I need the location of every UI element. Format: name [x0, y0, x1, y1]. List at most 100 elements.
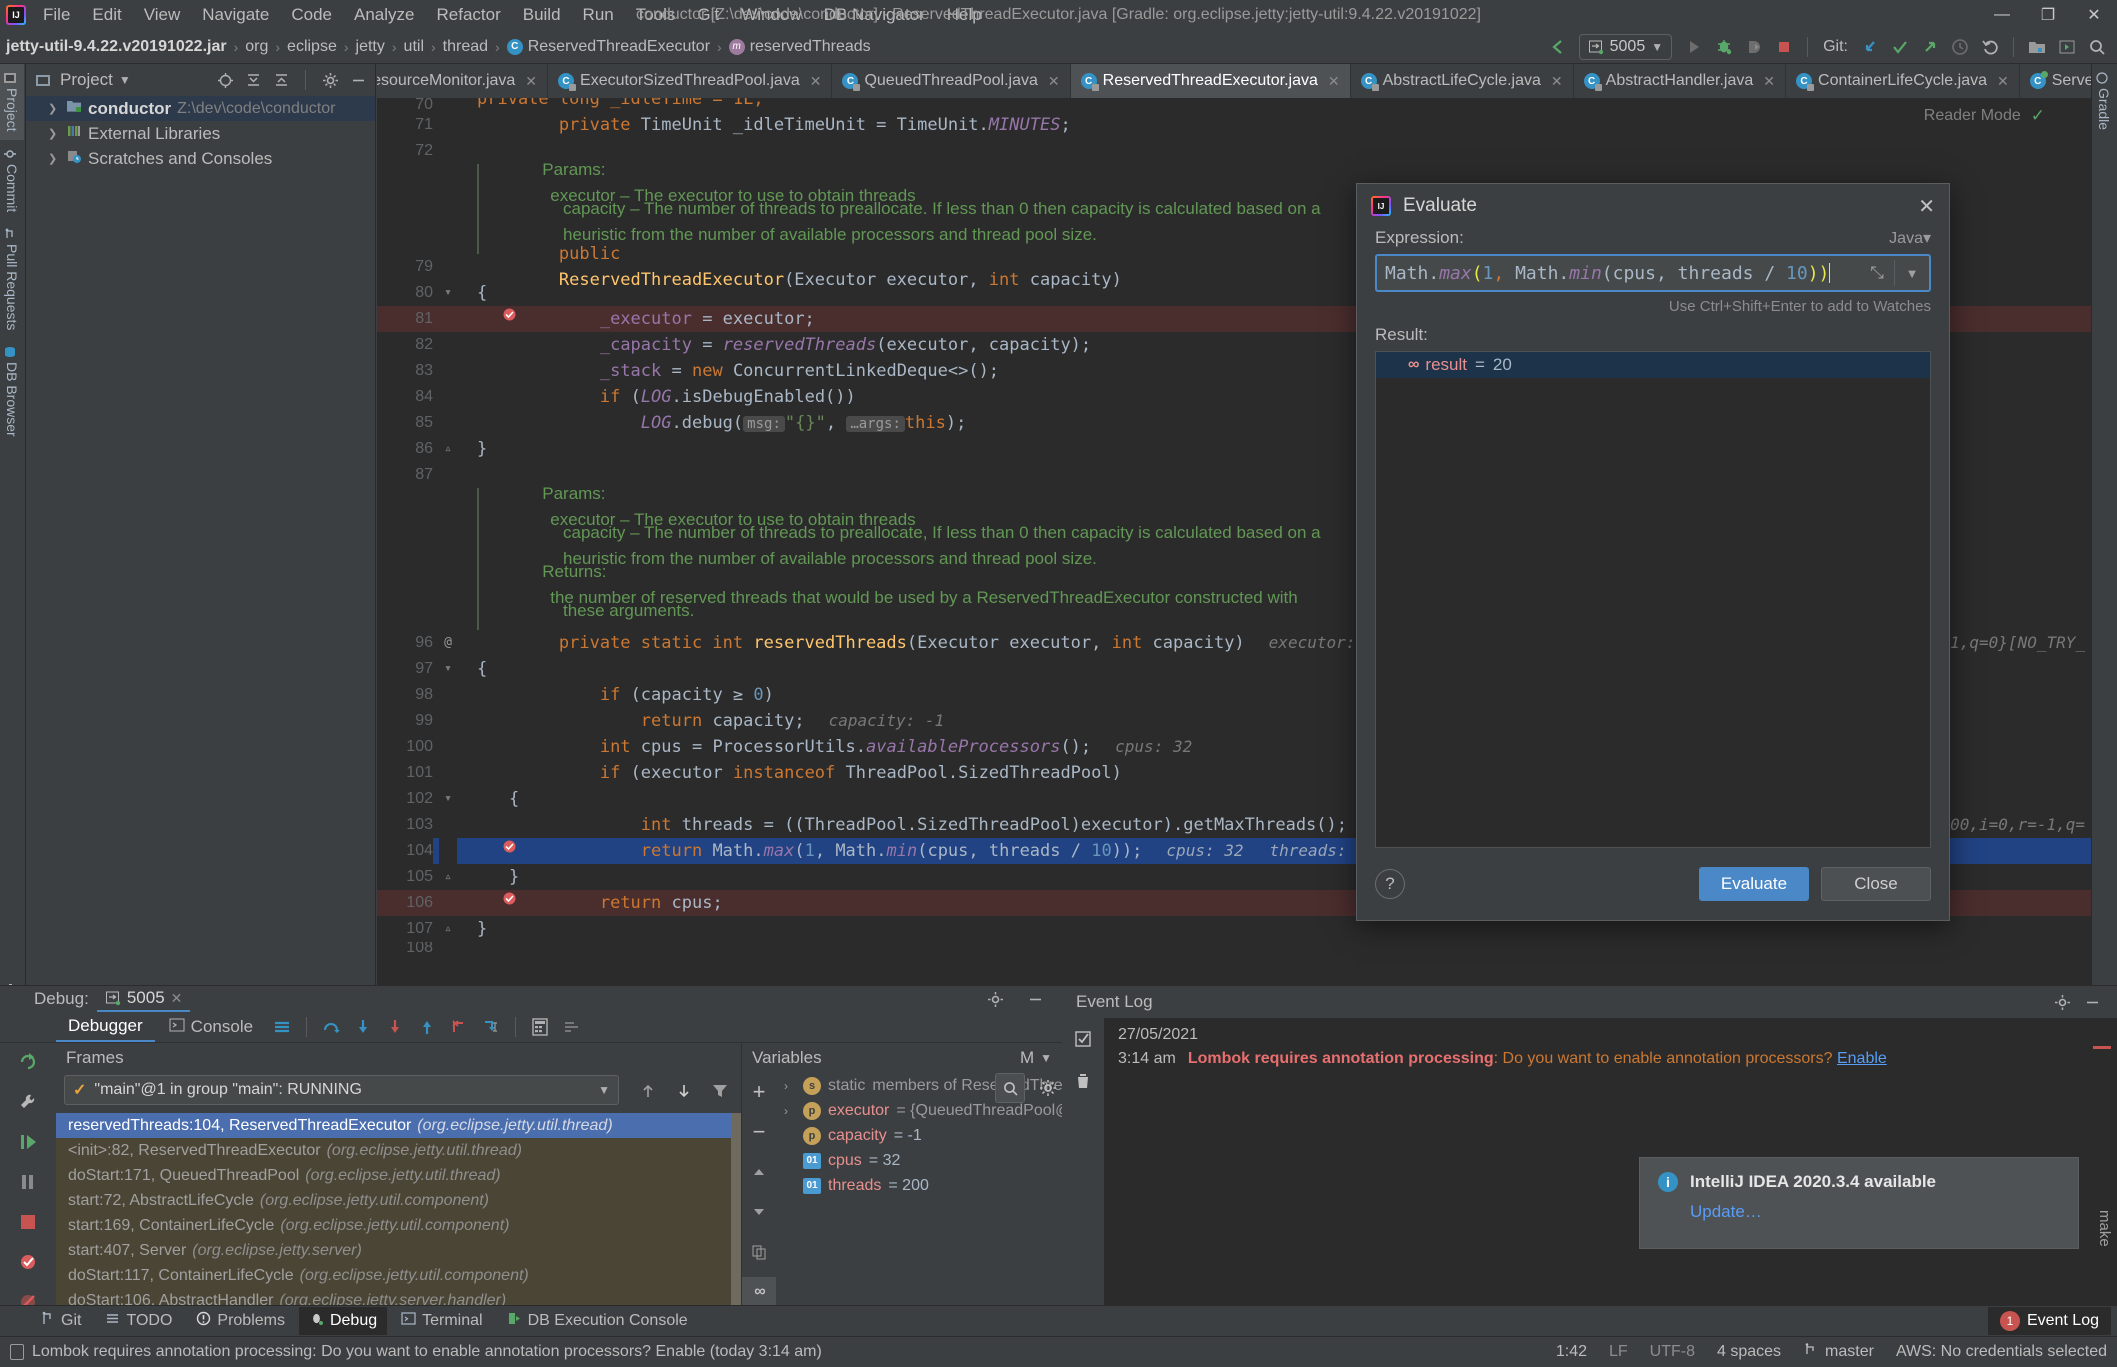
menu-analyze[interactable]: Analyze: [343, 2, 425, 28]
expression-input[interactable]: Math.max(1, Math.min(cpus, threads / 10)…: [1377, 262, 1860, 284]
fold-end-icon[interactable]: ▵: [439, 916, 457, 942]
tab-console[interactable]: Console: [157, 1013, 265, 1042]
menu-tools[interactable]: Tools: [625, 2, 687, 28]
chevron-right-icon[interactable]: ›: [784, 1079, 796, 1093]
debug-settings-gear-icon[interactable]: [980, 986, 1010, 1012]
event-log-gear-icon[interactable]: [2047, 989, 2077, 1015]
frames-scrollbar[interactable]: [731, 1113, 741, 1323]
update-project-icon[interactable]: [1856, 34, 1884, 60]
tree-item-conductor[interactable]: ❯ conductor Z:\dev\code\conductor: [26, 96, 375, 121]
expression-input-wrapper[interactable]: Math.max(1, Math.min(cpus, threads / 10)…: [1375, 254, 1931, 292]
help-button[interactable]: ?: [1375, 869, 1405, 899]
menu-refactor[interactable]: Refactor: [425, 2, 511, 28]
frame-row[interactable]: reservedThreads:104, ReservedThreadExecu…: [56, 1113, 741, 1138]
reader-mode-indicator[interactable]: Reader Mode ✓: [1924, 106, 2045, 126]
annotation-marker-icon[interactable]: @: [439, 630, 457, 656]
balloon-update-link[interactable]: Update…: [1690, 1202, 2060, 1222]
menu-git[interactable]: Git: [686, 2, 730, 28]
editor-tab-reservedthreadexecutor[interactable]: C ReservedThreadExecutor.java ✕: [1070, 64, 1351, 98]
locate-icon[interactable]: [214, 69, 236, 91]
move-up-icon[interactable]: [742, 1157, 776, 1187]
breadcrumb-org[interactable]: org: [245, 38, 268, 56]
move-down-icon[interactable]: [742, 1197, 776, 1227]
git-branch-widget[interactable]: master: [1803, 1342, 1874, 1362]
debug-session-tab[interactable]: 5005 ✕: [96, 986, 191, 1012]
chevron-right-icon[interactable]: ›: [784, 1104, 796, 1118]
expression-history-dropdown-icon[interactable]: ▼: [1895, 256, 1929, 290]
revert-icon[interactable]: [1976, 34, 2004, 60]
menu-view[interactable]: View: [133, 2, 192, 28]
stop-icon[interactable]: [1770, 34, 1798, 60]
tab-debugger[interactable]: Debugger: [56, 1012, 155, 1042]
frame-down-icon[interactable]: [669, 1078, 699, 1104]
run-icon[interactable]: [1680, 34, 1708, 60]
evaluate-expression-icon[interactable]: [525, 1014, 555, 1040]
stripe-item-debug[interactable]: Debug: [298, 1307, 388, 1335]
view-breakpoints-icon[interactable]: [11, 1247, 45, 1277]
editor-tab-abstracthandler[interactable]: C AbstractHandler.java ✕: [1574, 64, 1787, 98]
menu-edit[interactable]: Edit: [81, 2, 132, 28]
hide-debug-panel-icon[interactable]: [1020, 986, 1050, 1012]
breadcrumb-method[interactable]: m reservedThreads: [728, 38, 871, 56]
search-everywhere-icon[interactable]: [2083, 34, 2111, 60]
evaluate-button[interactable]: Evaluate: [1699, 867, 1809, 901]
run-configuration-selector[interactable]: 5005 ▼: [1578, 33, 1673, 60]
frame-row[interactable]: doStart:117, ContainerLifeCycle (org.ecl…: [56, 1263, 741, 1288]
menu-navigate[interactable]: Navigate: [191, 2, 280, 28]
status-message[interactable]: Lombok requires annotation processing: D…: [32, 1343, 822, 1361]
fold-start-icon[interactable]: ▾: [439, 656, 457, 682]
event-log-enable-link[interactable]: Enable: [1837, 1050, 1887, 1067]
resume-program-icon[interactable]: [11, 1127, 45, 1157]
frame-row[interactable]: start:407, Server (org.eclipse.jetty.ser…: [56, 1238, 741, 1263]
menu-help[interactable]: Help: [936, 2, 993, 28]
fold-end-icon[interactable]: ▵: [439, 436, 457, 462]
edit-configuration-wrench-icon[interactable]: [11, 1087, 45, 1117]
language-selector[interactable]: Java▾: [1889, 228, 1931, 248]
line-separator[interactable]: LF: [1609, 1343, 1628, 1361]
close-session-icon[interactable]: ✕: [171, 990, 183, 1007]
close-tab-icon[interactable]: ✕: [1763, 73, 1775, 90]
stripe-item-todo[interactable]: TODO: [95, 1307, 182, 1335]
chevron-down-icon[interactable]: ▼: [598, 1083, 610, 1097]
editor-tab-server[interactable]: C Server.java ✕: [2020, 64, 2091, 98]
pause-program-icon[interactable]: [11, 1167, 45, 1197]
aws-credentials-widget[interactable]: AWS: No credentials selected: [1896, 1343, 2107, 1361]
rerun-icon[interactable]: [11, 1047, 45, 1077]
gear-icon[interactable]: [319, 69, 341, 91]
menu-db-navigator[interactable]: DB Navigator: [813, 2, 936, 28]
step-over-icon[interactable]: [316, 1014, 346, 1040]
breadcrumb-util[interactable]: util: [404, 38, 424, 56]
editor-tab-executorsizedthreadpool[interactable]: C ExecutorSizedThreadPool.java ✕: [548, 64, 833, 98]
make-stripe-label[interactable]: make: [2096, 1210, 2113, 1247]
debug-icon[interactable]: [1710, 34, 1738, 60]
remove-watch-icon[interactable]: −: [742, 1117, 776, 1147]
close-window-button[interactable]: ✕: [2071, 0, 2117, 30]
step-out-icon[interactable]: [412, 1014, 442, 1040]
chevron-down-icon[interactable]: ▼: [1040, 1051, 1052, 1065]
sidebar-item-pull-requests[interactable]: Pull Requests: [0, 220, 24, 338]
stripe-item-problems[interactable]: Problems: [186, 1307, 295, 1335]
breadcrumb-eclipse[interactable]: eclipse: [287, 38, 337, 56]
clear-log-trash-icon[interactable]: [1066, 1066, 1100, 1096]
close-tab-icon[interactable]: ✕: [1551, 73, 1563, 90]
close-dialog-icon[interactable]: ✕: [1918, 194, 1935, 219]
drop-frame-icon[interactable]: [444, 1014, 474, 1040]
close-button[interactable]: Close: [1821, 867, 1931, 901]
editor-tab-wresourcemonitor[interactable]: C wResourceMonitor.java ✕: [377, 64, 549, 98]
menu-file[interactable]: File: [32, 2, 81, 28]
fold-start-icon[interactable]: ▾: [439, 786, 457, 812]
editor-tab-queuedthreadpool[interactable]: C QueuedThreadPool.java ✕: [832, 64, 1071, 98]
tree-item-scratches[interactable]: ❯ Scratches and Consoles: [26, 146, 375, 171]
push-icon[interactable]: [1916, 34, 1944, 60]
show-execution-point-icon[interactable]: [267, 1014, 297, 1040]
close-tab-icon[interactable]: ✕: [810, 73, 822, 90]
project-structure-icon[interactable]: [2023, 34, 2051, 60]
breadcrumb-class[interactable]: C ReservedThreadExecutor: [506, 38, 710, 56]
chevron-right-icon[interactable]: ❯: [48, 102, 60, 115]
back-arrow-icon[interactable]: [1543, 34, 1571, 60]
force-step-into-icon[interactable]: [380, 1014, 410, 1040]
collapse-all-icon[interactable]: [270, 69, 292, 91]
run-anything-icon[interactable]: [2053, 34, 2081, 60]
stripe-item-db-execution-console[interactable]: DB Execution Console: [497, 1307, 698, 1335]
close-tab-icon[interactable]: ✕: [1328, 73, 1340, 90]
